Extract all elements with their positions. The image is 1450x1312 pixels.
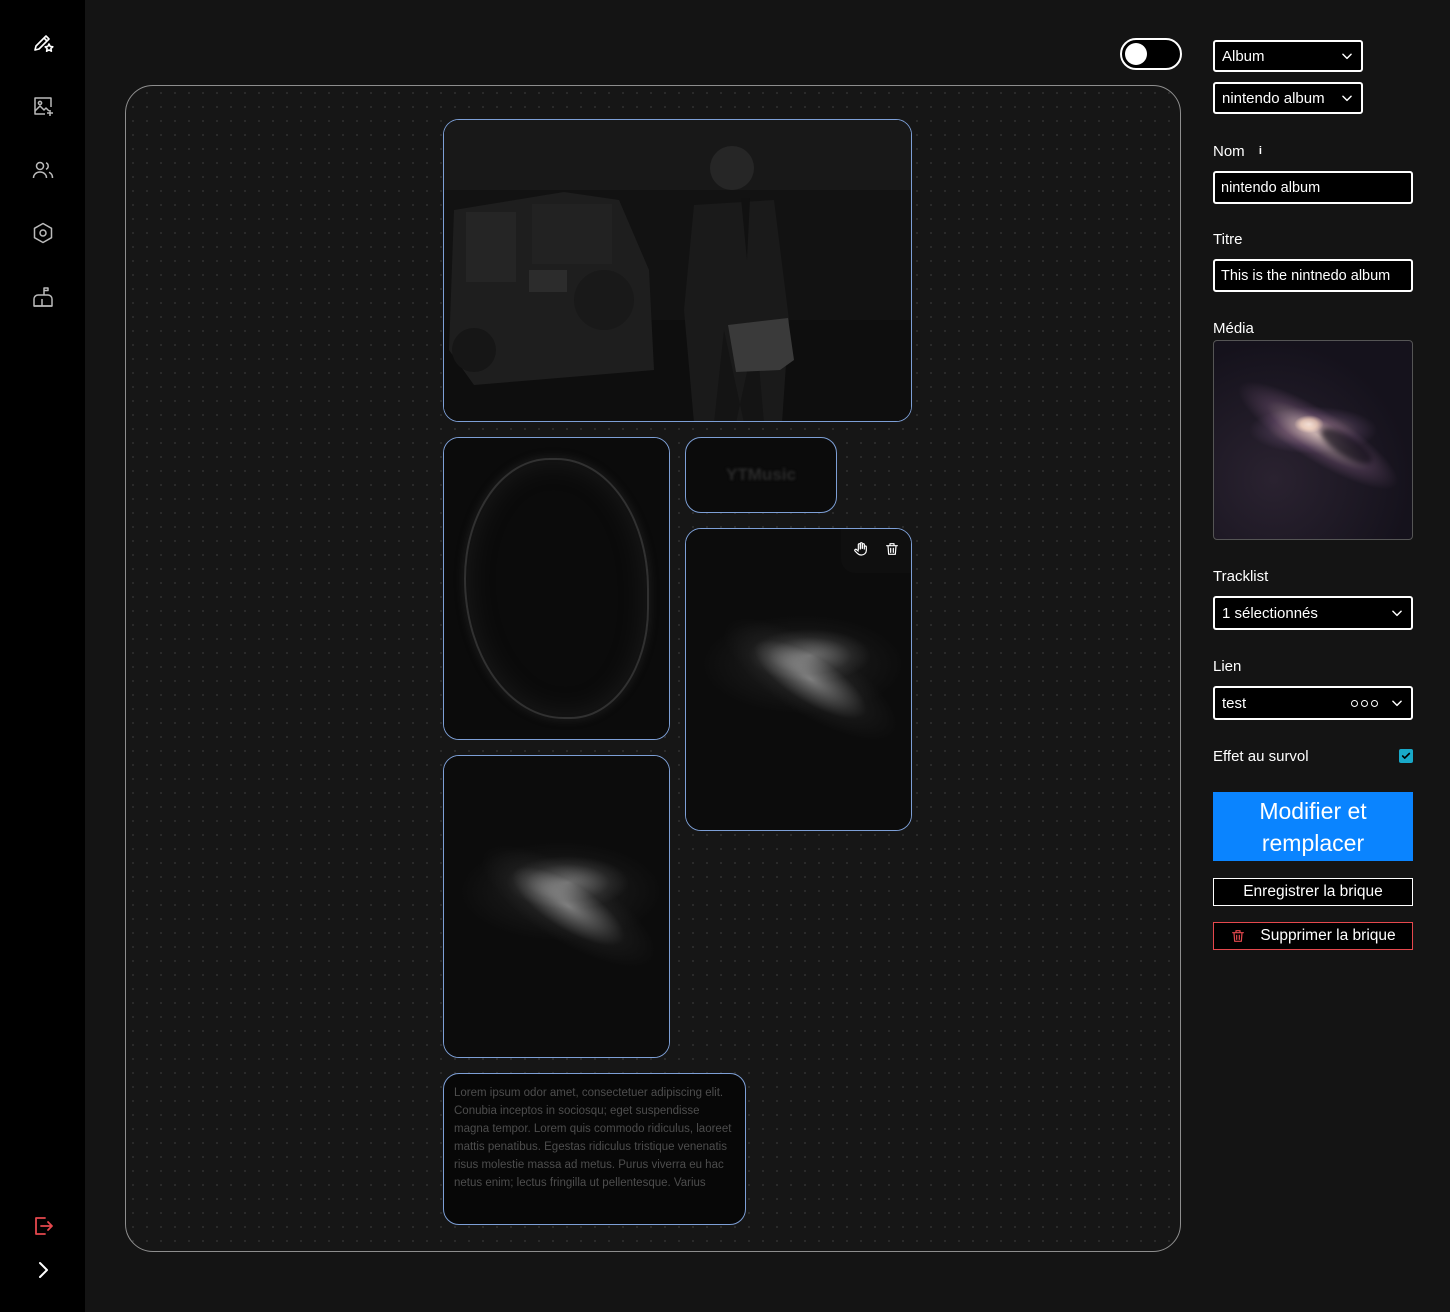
nom-label-row: Nom i (1213, 143, 1262, 160)
galaxy-image (444, 756, 669, 1057)
preview-toggle[interactable] (1120, 38, 1182, 70)
sidebar (0, 0, 85, 1312)
nom-input[interactable]: nintendo album (1213, 171, 1413, 204)
brick-photo[interactable] (443, 119, 912, 422)
galaxy-image (686, 529, 911, 830)
hexagon-settings-icon[interactable] (30, 220, 56, 246)
tracklist-select[interactable]: 1 sélectionnés (1213, 596, 1413, 630)
mailbox-icon[interactable] (30, 284, 56, 310)
lien-select[interactable]: test (1213, 686, 1413, 720)
titre-label: Titre (1213, 231, 1243, 248)
chevron-down-icon (1392, 700, 1402, 707)
delete-brick-button[interactable]: Supprimer la brique (1213, 922, 1413, 950)
nebula-image (444, 438, 669, 739)
edit-star-icon[interactable] (30, 29, 56, 55)
media-preview[interactable] (1213, 340, 1413, 540)
save-brick-label: Enregistrer la brique (1243, 883, 1383, 900)
tracklist-label: Tracklist (1213, 568, 1269, 585)
brick-toolbar (841, 529, 911, 573)
brick-ytmusic[interactable]: YTMusic (685, 437, 837, 513)
ytmusic-label: YTMusic (726, 465, 796, 484)
delete-brick-label: Supprimer la brique (1260, 927, 1396, 944)
trash-icon[interactable] (884, 541, 900, 562)
trash-icon (1232, 930, 1245, 942)
album-select-value: nintendo album (1222, 89, 1325, 107)
album-select[interactable]: nintendo album (1213, 82, 1363, 114)
users-icon[interactable] (30, 157, 56, 183)
more-dots-icon[interactable] (1351, 699, 1378, 707)
photo-image (444, 120, 911, 421)
nom-label: Nom (1213, 143, 1245, 160)
tracklist-value: 1 sélectionnés (1222, 604, 1318, 622)
check-icon (1401, 752, 1411, 759)
image-add-icon[interactable] (30, 93, 56, 119)
logout-icon[interactable] (30, 1213, 56, 1239)
brick-galaxy[interactable] (443, 755, 670, 1058)
brick-type-value: Album (1222, 47, 1265, 65)
brick-text[interactable]: Lorem ipsum odor amet, consectetuer adip… (443, 1073, 746, 1225)
brick-type-select[interactable]: Album (1213, 40, 1363, 72)
titre-input[interactable]: This is the nintnedo album (1213, 259, 1413, 292)
hover-effect-checkbox[interactable] (1399, 749, 1413, 763)
chevron-down-icon (1342, 53, 1352, 60)
lorem-text: Lorem ipsum odor amet, consectetuer adip… (454, 1087, 732, 1189)
grab-hand-icon[interactable] (853, 541, 869, 562)
hover-effect-label: Effet au survol (1213, 748, 1309, 765)
info-icon[interactable]: i (1259, 145, 1262, 157)
brick-canvas: YTMusic Lorem ipsum odor amet, consectet… (125, 85, 1181, 1252)
nebula-shape (464, 458, 649, 719)
brick-nebula[interactable] (443, 437, 670, 740)
modify-replace-button[interactable]: Modifier et remplacer (1213, 792, 1413, 861)
toggle-knob (1125, 43, 1147, 65)
media-label: Média (1213, 320, 1254, 337)
save-brick-button[interactable]: Enregistrer la brique (1213, 878, 1413, 906)
brick-galaxy-selected[interactable] (685, 528, 912, 831)
chevron-down-icon (1392, 610, 1402, 617)
lien-label: Lien (1213, 658, 1242, 675)
lien-value: test (1222, 694, 1247, 712)
chevron-down-icon (1342, 95, 1352, 102)
chevron-right-icon[interactable] (30, 1257, 56, 1283)
